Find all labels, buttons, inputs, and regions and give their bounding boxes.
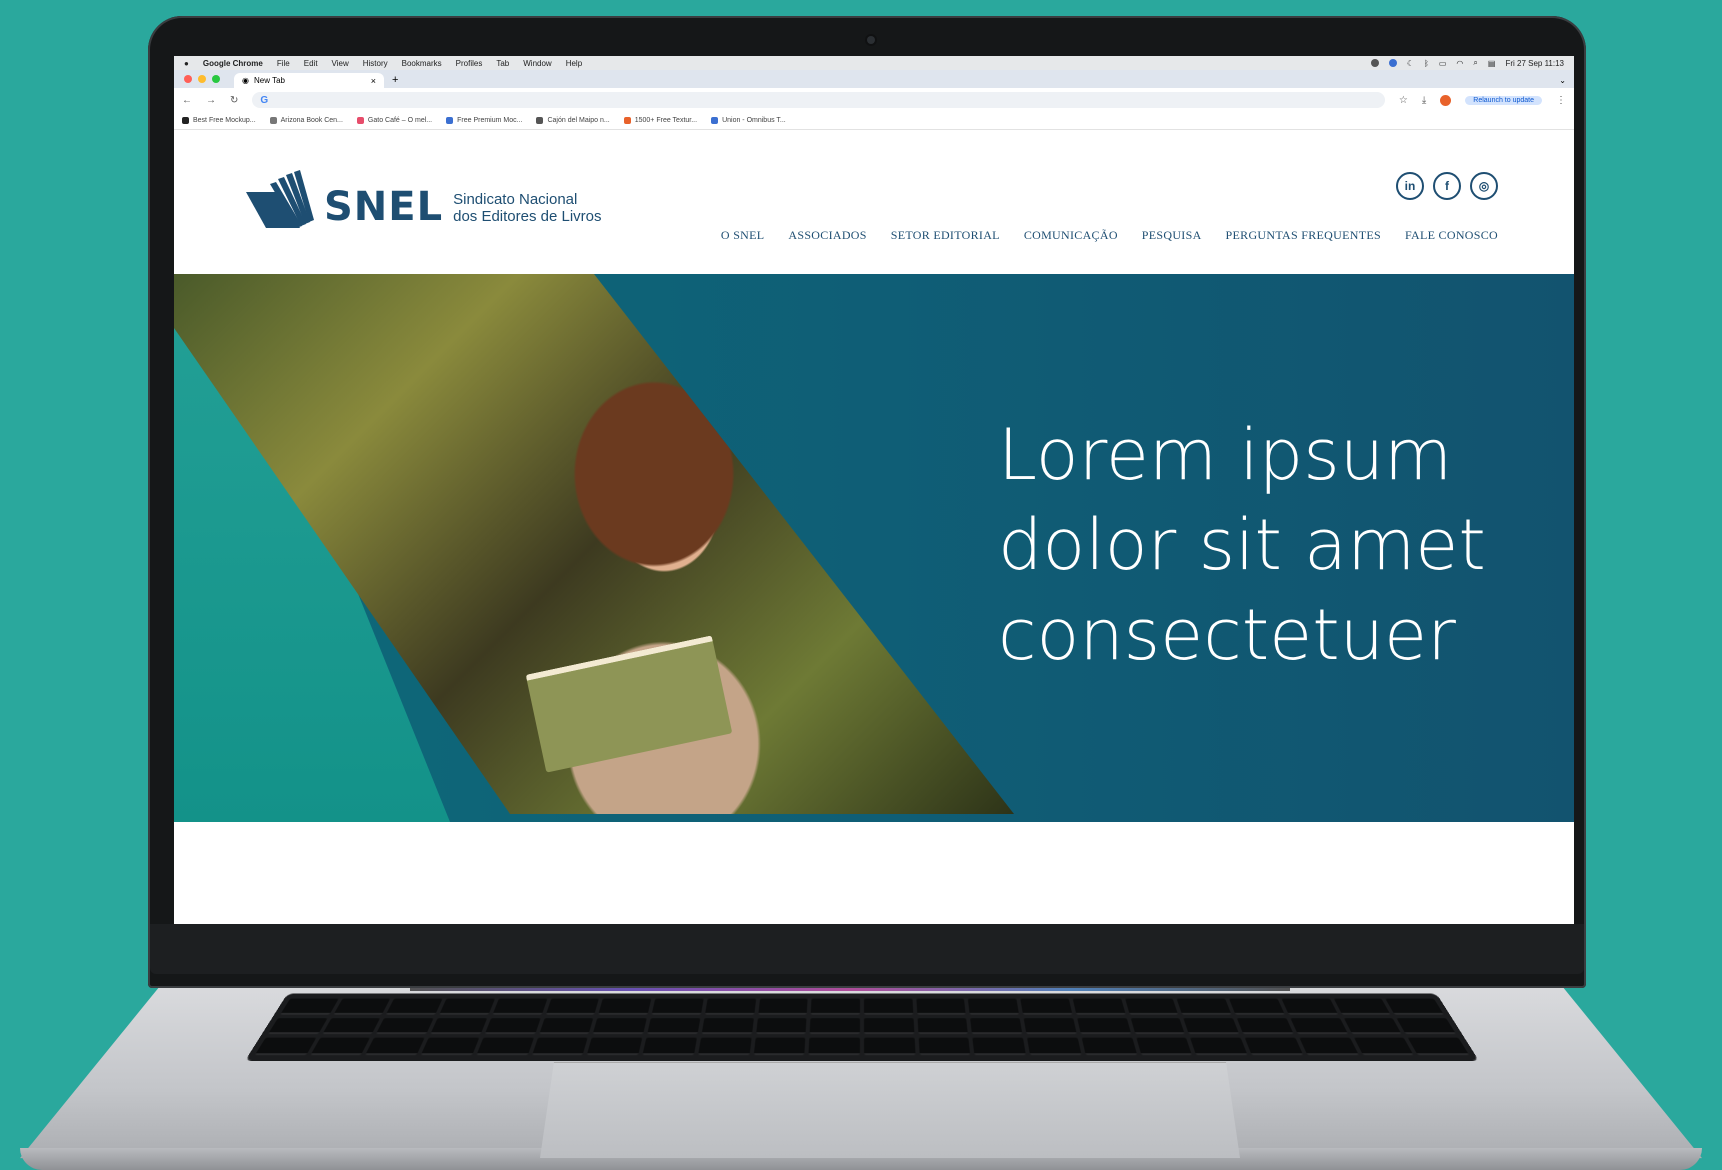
logo-wordmark: SNEL xyxy=(324,184,444,230)
instagram-icon[interactable]: ◎ xyxy=(1470,172,1498,200)
menu-window[interactable]: Window xyxy=(523,59,551,68)
tab-strip: ◉ New Tab × + ⌄ xyxy=(174,70,1574,88)
bookmark-item[interactable]: Free Premium Moc... xyxy=(446,117,522,124)
close-tab-icon[interactable]: × xyxy=(371,76,376,86)
logo-subtitle-line-1: Sindicato Nacional xyxy=(453,191,578,208)
bookmark-label: 1500+ Free Textur... xyxy=(634,117,698,124)
bookmark-item[interactable]: Cajón del Maipo n... xyxy=(536,117,610,124)
bookmark-item[interactable]: 1500+ Free Textur... xyxy=(623,117,698,124)
site-header: SNEL Sindicato Nacional dos Editores de … xyxy=(174,130,1574,274)
chrome-icon: ◉ xyxy=(242,76,249,85)
hero-title-line-1: Lorem ipsum xyxy=(998,414,1453,496)
tab-title: New Tab xyxy=(253,76,285,85)
wifi-icon[interactable]: ◠ xyxy=(1456,59,1463,68)
window-controls xyxy=(184,70,220,88)
close-window-button[interactable] xyxy=(184,75,192,83)
hero-banner: Lorem ipsum dolor sit amet consectetuer xyxy=(174,274,1574,822)
menu-tab[interactable]: Tab xyxy=(496,59,509,68)
menu-view[interactable]: View xyxy=(332,59,349,68)
bookmark-item[interactable]: Best Free Mockup... xyxy=(182,117,256,124)
social-links: in f ◎ xyxy=(1396,172,1498,200)
minimize-window-button[interactable] xyxy=(198,75,206,83)
bookmarks-bar: Best Free Mockup... Arizona Book Cen... … xyxy=(174,112,1574,130)
macos-menubar: ● Google Chrome File Edit View History B… xyxy=(174,56,1574,70)
nav-associados[interactable]: ASSOCIADOS xyxy=(788,228,866,243)
linkedin-icon[interactable]: in xyxy=(1396,172,1424,200)
bluetooth-icon[interactable]: ᛒ xyxy=(1424,59,1429,68)
control-center-icon[interactable]: ▤ xyxy=(1488,59,1496,68)
browser-toolbar: ← → ↻ G ☆ ⤓ Relaunch to update ⋮ xyxy=(174,88,1574,112)
nav-fale-conosco[interactable]: FALE CONOSCO xyxy=(1405,228,1498,243)
menubar-app-name[interactable]: Google Chrome xyxy=(203,59,263,68)
trackpad xyxy=(540,1062,1240,1158)
logo-subtitle-line-2: dos Editores de Livros xyxy=(453,208,602,225)
menu-kebab-icon[interactable]: ⋮ xyxy=(1556,95,1566,106)
screen: ● Google Chrome File Edit View History B… xyxy=(174,56,1574,924)
snel-logo[interactable]: SNEL Sindicato Nacional dos Editores de … xyxy=(246,170,602,230)
nav-pesquisa[interactable]: PESQUISA xyxy=(1142,228,1202,243)
bookmark-star-icon[interactable]: ☆ xyxy=(1399,95,1408,106)
hero-title-line-2: dolor sit amet xyxy=(998,504,1486,586)
search-icon[interactable]: ⌕ xyxy=(1473,58,1477,68)
keyboard-input-icon[interactable]: ▭ xyxy=(1439,59,1447,68)
google-icon: G xyxy=(260,94,269,106)
new-tab-button[interactable]: + xyxy=(384,73,406,88)
apple-icon[interactable]: ● xyxy=(184,59,189,68)
address-bar[interactable]: G xyxy=(252,92,1385,108)
menu-bookmarks[interactable]: Bookmarks xyxy=(402,59,442,68)
bookmark-label: Arizona Book Cen... xyxy=(280,117,343,124)
camera-icon xyxy=(867,36,875,44)
facebook-icon[interactable]: f xyxy=(1433,172,1461,200)
bookmark-label: Best Free Mockup... xyxy=(193,117,256,124)
nav-o-snel[interactable]: O SNEL xyxy=(721,228,764,243)
logo-subtitle: Sindicato Nacional dos Editores de Livro… xyxy=(453,191,601,225)
menu-file[interactable]: File xyxy=(277,59,290,68)
back-icon[interactable]: ← xyxy=(182,95,192,106)
zoom-window-button[interactable] xyxy=(212,75,220,83)
menu-profiles[interactable]: Profiles xyxy=(456,59,483,68)
nav-perguntas-frequentes[interactable]: PERGUNTAS FREQUENTES xyxy=(1226,228,1381,243)
menu-history[interactable]: History xyxy=(363,59,388,68)
menubar-clock[interactable]: Fri 27 Sep 11:13 xyxy=(1505,59,1564,68)
bookmark-item[interactable]: Gato Café – O mel... xyxy=(356,117,433,124)
menu-edit[interactable]: Edit xyxy=(304,59,318,68)
nav-comunicacao[interactable]: COMUNICAÇÃO xyxy=(1024,228,1118,243)
book-pages-logo-icon xyxy=(246,170,314,228)
profile-avatar[interactable] xyxy=(1440,94,1452,106)
download-icon[interactable]: ⤓ xyxy=(1422,95,1426,106)
forward-icon[interactable]: → xyxy=(206,95,216,106)
bookmark-label: Cajón del Maipo n... xyxy=(547,117,610,124)
hero-title: Lorem ipsum dolor sit amet consectetuer xyxy=(998,410,1486,680)
status-vpn-icon[interactable] xyxy=(1388,59,1397,67)
main-nav: O SNEL ASSOCIADOS SETOR EDITORIAL COMUNI… xyxy=(721,228,1498,243)
nav-setor-editorial[interactable]: SETOR EDITORIAL xyxy=(891,228,1000,243)
moon-icon[interactable]: ☾ xyxy=(1407,59,1414,68)
menu-help[interactable]: Help xyxy=(566,59,582,68)
status-app-icon[interactable] xyxy=(1370,59,1379,67)
tab-search-icon[interactable]: ⌄ xyxy=(1559,73,1574,88)
bookmark-item[interactable]: Arizona Book Cen... xyxy=(269,117,343,124)
hero-title-line-3: consectetuer xyxy=(998,594,1456,676)
bookmark-item[interactable]: Union - Omnibus T... xyxy=(711,117,786,124)
relaunch-button[interactable]: Relaunch to update xyxy=(1465,95,1542,105)
reload-icon[interactable]: ↻ xyxy=(230,95,238,106)
book-image xyxy=(525,635,733,773)
keyboard xyxy=(244,993,1480,1061)
tab-new-tab[interactable]: ◉ New Tab × xyxy=(234,73,384,88)
bookmark-label: Union - Omnibus T... xyxy=(722,117,786,124)
bookmark-label: Gato Café – O mel... xyxy=(367,117,433,124)
laptop-chin xyxy=(150,924,1584,974)
bookmark-label: Free Premium Moc... xyxy=(457,117,523,124)
